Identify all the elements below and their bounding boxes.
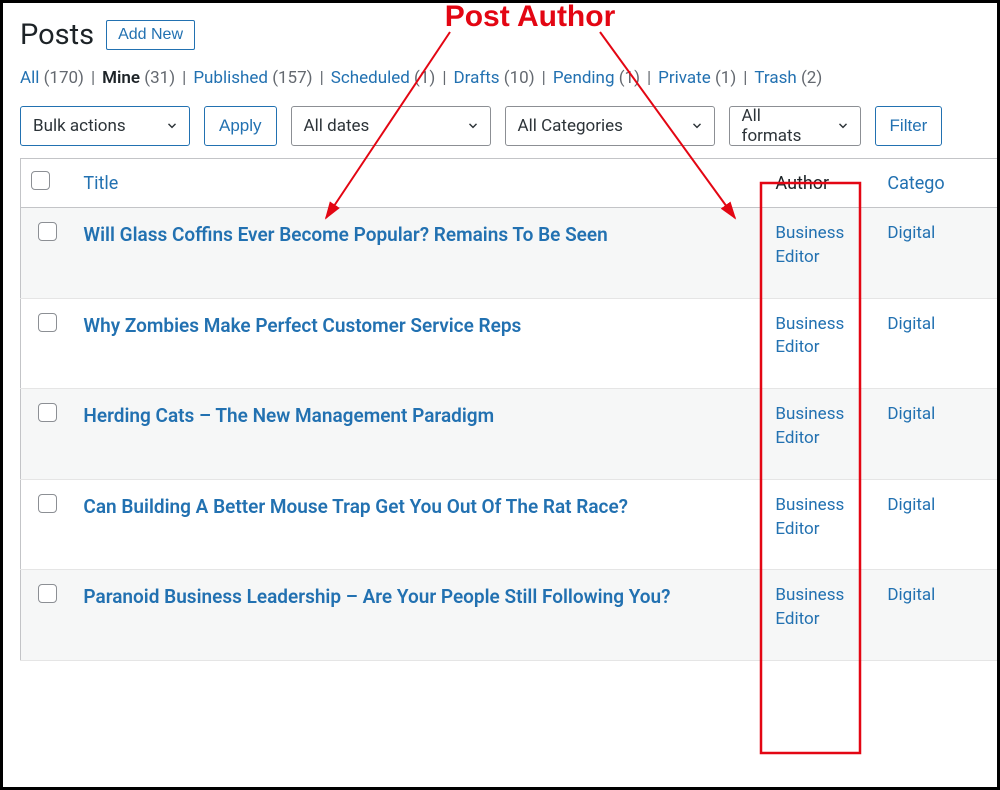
filter-scheduled[interactable]: Scheduled (1) — [331, 68, 436, 88]
filter-separator: | — [442, 68, 446, 88]
select-all-checkbox[interactable] — [31, 171, 50, 190]
categories-label: All Categories — [518, 116, 623, 136]
post-title-link[interactable]: Why Zombies Make Perfect Customer Servic… — [83, 314, 521, 337]
post-category-link[interactable]: Digital — [887, 223, 935, 243]
dates-label: All dates — [304, 116, 370, 136]
table-row: Will Glass Coffins Ever Become Popular? … — [21, 208, 1000, 299]
table-row: Herding Cats – The New Management Paradi… — [21, 389, 1000, 480]
bulk-actions-label: Bulk actions — [33, 116, 126, 136]
column-author[interactable]: Author — [765, 159, 877, 208]
filter-all[interactable]: All (170) — [20, 68, 84, 88]
column-categories[interactable]: Catego — [877, 159, 999, 208]
add-new-button[interactable]: Add New — [106, 20, 195, 50]
row-checkbox[interactable] — [38, 403, 57, 422]
select-all-header — [21, 159, 74, 208]
filter-separator: | — [182, 68, 186, 88]
page-title: Posts — [20, 18, 94, 52]
filter-button[interactable]: Filter — [875, 106, 943, 146]
filter-separator: | — [542, 68, 546, 88]
row-checkbox[interactable] — [38, 222, 57, 241]
dates-select[interactable]: All dates — [291, 106, 491, 146]
table-row: Why Zombies Make Perfect Customer Servic… — [21, 298, 1000, 389]
table-row: Paranoid Business Leadership – Are Your … — [21, 570, 1000, 661]
post-author-link[interactable]: Business Editor — [775, 495, 844, 539]
post-category-link[interactable]: Digital — [887, 314, 935, 334]
row-checkbox[interactable] — [38, 313, 57, 332]
post-author-link[interactable]: Business Editor — [775, 223, 844, 267]
chevron-down-icon — [165, 119, 179, 133]
formats-label: All formats — [742, 106, 824, 146]
post-title-link[interactable]: Will Glass Coffins Ever Become Popular? … — [83, 223, 607, 246]
post-title-link[interactable]: Herding Cats – The New Management Paradi… — [83, 404, 494, 427]
post-title-link[interactable]: Paranoid Business Leadership – Are Your … — [83, 585, 670, 608]
table-row: Can Building A Better Mouse Trap Get You… — [21, 479, 1000, 570]
post-status-filters: All (170) | Mine (31) | Published (157) … — [20, 66, 980, 90]
page-header: Posts Add New — [20, 10, 980, 66]
post-author-link[interactable]: Business Editor — [775, 314, 844, 358]
chevron-down-icon — [466, 119, 480, 133]
row-checkbox[interactable] — [38, 494, 57, 513]
apply-button[interactable]: Apply — [204, 106, 277, 146]
post-author-link[interactable]: Business Editor — [775, 404, 844, 448]
filter-separator: | — [743, 68, 747, 88]
filter-published[interactable]: Published (157) — [193, 68, 312, 88]
filter-separator: | — [320, 68, 324, 88]
filter-drafts[interactable]: Drafts (10) — [454, 68, 535, 88]
chevron-down-icon — [836, 119, 850, 133]
filter-pending[interactable]: Pending (1) — [553, 68, 640, 88]
post-category-link[interactable]: Digital — [887, 495, 935, 515]
post-author-link[interactable]: Business Editor — [775, 585, 844, 629]
row-checkbox[interactable] — [38, 584, 57, 603]
post-category-link[interactable]: Digital — [887, 585, 935, 605]
post-category-link[interactable]: Digital — [887, 404, 935, 424]
chevron-down-icon — [690, 119, 704, 133]
bulk-actions-select[interactable]: Bulk actions — [20, 106, 190, 146]
categories-select[interactable]: All Categories — [505, 106, 715, 146]
filter-separator: | — [91, 68, 95, 88]
filter-mine[interactable]: Mine (31) — [102, 68, 175, 88]
filter-trash[interactable]: Trash (2) — [754, 68, 822, 88]
post-title-link[interactable]: Can Building A Better Mouse Trap Get You… — [83, 495, 628, 518]
filter-private[interactable]: Private (1) — [658, 68, 736, 88]
column-title[interactable]: Title — [73, 159, 765, 208]
posts-table: Title Author Catego Will Glass Coffins E… — [20, 158, 1000, 661]
formats-select[interactable]: All formats — [729, 106, 861, 146]
posts-admin-wrap: Posts Add New All (170) | Mine (31) | Pu… — [0, 0, 1000, 671]
tablenav-top: Bulk actions Apply All dates All Categor… — [20, 106, 980, 146]
filter-separator: | — [647, 68, 651, 88]
